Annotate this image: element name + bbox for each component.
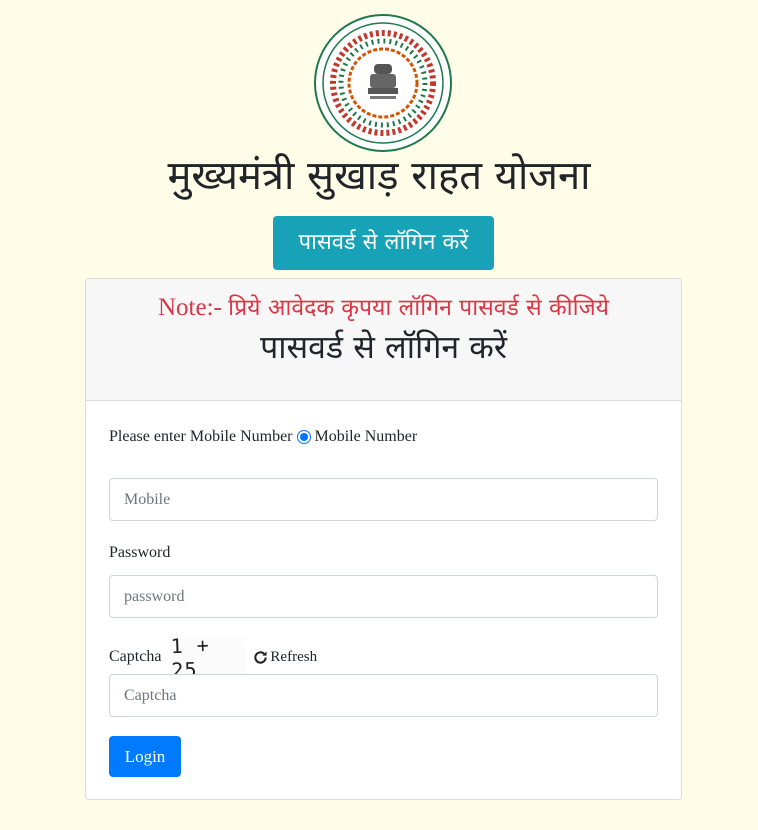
captcha-row: Captcha 1 + 25 Refresh bbox=[109, 633, 317, 682]
mobile-prompt: Please enter Mobile Number bbox=[109, 428, 293, 445]
card-title: पासवर्ड से लॉगिन करें bbox=[260, 328, 507, 366]
password-login-button[interactable]: पासवर्ड से लॉगिन करें bbox=[273, 216, 494, 270]
note-prefix: Note:- bbox=[158, 294, 222, 321]
captcha-image: 1 + 25 bbox=[171, 633, 247, 682]
card-header: Note:- प्रिये आवेदक कृपया लॉगिन पासवर्ड … bbox=[86, 279, 681, 401]
refresh-label: Refresh bbox=[270, 648, 318, 665]
mobile-prompt-row: Please enter Mobile Number Mobile Number bbox=[109, 427, 417, 447]
note-text: प्रिये आवेदक कृपया लॉगिन पासवर्ड से कीजि… bbox=[228, 295, 609, 321]
password-label: Password bbox=[109, 544, 171, 561]
captcha-label: Captcha bbox=[109, 648, 162, 665]
note-message: Note:- प्रिये आवेदक कृपया लॉगिन पासवर्ड … bbox=[86, 279, 681, 325]
mobile-number-radio[interactable] bbox=[296, 430, 311, 444]
captcha-input[interactable] bbox=[109, 674, 658, 717]
refresh-captcha-button[interactable]: Refresh bbox=[253, 649, 317, 666]
refresh-icon bbox=[254, 650, 268, 664]
page-title: मुख्यमंत्री सुखाड़ राहत योजना bbox=[167, 153, 591, 199]
login-button[interactable]: Login bbox=[109, 736, 181, 777]
mobile-input[interactable] bbox=[109, 478, 658, 521]
mobile-radio-label[interactable]: Mobile Number bbox=[315, 427, 418, 447]
login-card: Note:- प्रिये आवेदक कृपया लॉगिन पासवर्ड … bbox=[85, 278, 682, 800]
jharkhand-emblem-icon bbox=[314, 14, 452, 152]
password-input[interactable] bbox=[109, 575, 658, 618]
